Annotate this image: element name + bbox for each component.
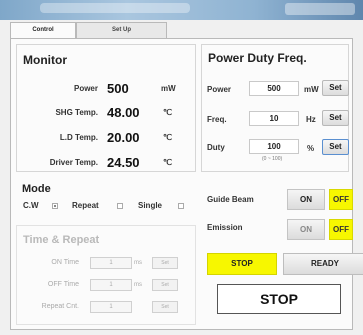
emergency-stop-button[interactable]: STOP (217, 284, 341, 314)
tab-control[interactable]: Control (10, 22, 76, 39)
emission-off-button[interactable]: OFF (329, 219, 353, 240)
window-titlebar (0, 0, 363, 20)
mode-repeat-label: Repeat (72, 201, 99, 210)
monitor-shg-temp-label: SHG Temp. (55, 108, 98, 117)
monitor-shg-temp-unit: ℃ (163, 108, 172, 117)
mode-single-label: Single (138, 201, 163, 210)
ready-button[interactable]: READY (283, 253, 363, 275)
monitor-ld-temp-unit: ℃ (163, 133, 172, 142)
pd-freq-unit: Hz (306, 115, 316, 124)
off-time-label: OFF Time (47, 281, 79, 288)
pd-power-input[interactable]: 500 (249, 81, 299, 96)
off-time-input[interactable]: 1 (90, 279, 132, 291)
mode-title: Mode (22, 183, 51, 195)
tab-setup[interactable]: Set Up (76, 22, 167, 38)
time-repeat-title: Time & Repeat (23, 234, 100, 246)
pd-power-unit: mW (304, 85, 319, 94)
guide-beam-off-button[interactable]: OFF (329, 189, 353, 210)
window-controls-blurred (285, 3, 355, 15)
on-time-set-button[interactable]: Set (152, 257, 178, 269)
monitor-power-label: Power (73, 84, 98, 93)
pd-freq-input[interactable]: 10 (249, 111, 299, 126)
pd-duty-set-button[interactable]: Set (322, 139, 349, 155)
emission-on-button[interactable]: ON (287, 219, 325, 240)
off-time-set-button[interactable]: Set (152, 279, 178, 291)
repeat-count-input[interactable]: 1 (90, 301, 132, 313)
monitor-power-value: 500 (107, 81, 129, 96)
pd-power-set-button[interactable]: Set (322, 80, 349, 96)
monitor-ld-temp-value: 20.00 (107, 130, 140, 145)
monitor-title: Monitor (23, 53, 67, 67)
pd-freq-set-button[interactable]: Set (322, 110, 349, 126)
repeat-count-set-button[interactable]: Set (152, 301, 178, 313)
pd-duty-unit: % (307, 144, 315, 153)
mode-cw-checkbox[interactable] (52, 203, 58, 209)
monitor-power-unit: mW (161, 84, 176, 93)
pd-duty-input[interactable]: 100 (249, 139, 299, 154)
on-time-label: ON Time (51, 259, 79, 266)
pd-power-label: Power (207, 85, 232, 94)
monitor-driver-temp-label: Driver Temp. (49, 158, 98, 167)
control-panel: Monitor Power 500 mW SHG Temp. 48.00 ℃ L… (10, 38, 363, 330)
on-time-input[interactable]: 1 (90, 257, 132, 269)
power-duty-title: Power Duty Freq. (208, 51, 307, 65)
stop-button[interactable]: STOP (207, 253, 277, 275)
on-time-unit: ms (134, 260, 142, 266)
guide-beam-on-button[interactable]: ON (287, 189, 325, 210)
monitor-shg-temp-value: 48.00 (107, 105, 140, 120)
guide-beam-label: Guide Beam (207, 195, 254, 204)
monitor-driver-temp-value: 24.50 (107, 155, 140, 170)
pd-duty-label: Duty (207, 143, 225, 152)
off-time-unit: ms (134, 282, 142, 288)
mode-repeat-checkbox[interactable] (117, 203, 123, 209)
window-title-blurred (40, 3, 190, 13)
pd-duty-range-hint: (0 ~ 100) (262, 156, 283, 162)
mode-cw-label: C.W (23, 201, 39, 210)
monitor-driver-temp-unit: ℃ (163, 158, 172, 167)
repeat-count-label: Repeat Cnt. (41, 303, 79, 310)
mode-single-checkbox[interactable] (178, 203, 184, 209)
pd-freq-label: Freq. (207, 115, 227, 124)
emission-label: Emission (207, 223, 243, 232)
monitor-ld-temp-label: L.D Temp. (59, 133, 98, 142)
